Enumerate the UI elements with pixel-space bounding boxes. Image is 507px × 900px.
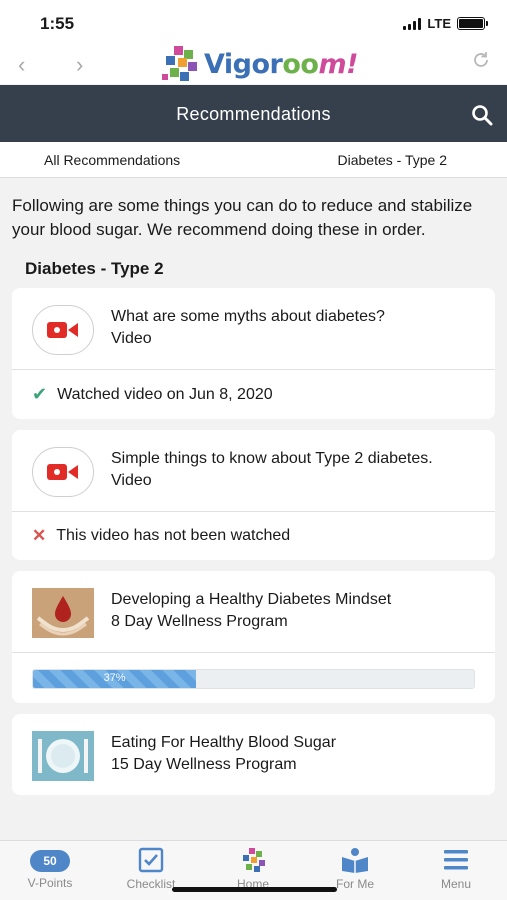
intro-text: Following are some things you can do to …	[12, 196, 473, 239]
tab-bar: All Recommendations Diabetes - Type 2	[0, 142, 507, 178]
card-type: Video	[111, 330, 152, 347]
search-icon[interactable]	[471, 104, 493, 126]
header-bar: Recommendations	[0, 85, 507, 143]
checklist-icon	[138, 847, 164, 873]
app-bar: ‹ › Vigoroom!	[0, 46, 507, 84]
check-icon: ✔	[32, 384, 48, 404]
cross-icon: ✕	[32, 526, 47, 545]
card-title: Developing a Healthy Diabetes Mindset	[111, 591, 392, 608]
card-type: 8 Day Wellness Program	[111, 613, 288, 630]
progress-label: 37%	[103, 672, 126, 684]
card-title: What are some myths about diabetes?	[111, 308, 385, 325]
recommendation-card[interactable]: What are some myths about diabetes? Vide…	[12, 288, 495, 419]
card-header[interactable]: Eating For Healthy Blood Sugar 15 Day We…	[12, 714, 495, 795]
page-title: Recommendations	[176, 104, 331, 124]
video-camera-icon	[32, 305, 94, 355]
reader-icon	[342, 848, 368, 873]
card-title: Simple things to know about Type 2 diabe…	[111, 450, 433, 467]
progress-section: 37%	[12, 653, 495, 703]
logo-mark-icon	[160, 44, 200, 84]
chevron-left-icon[interactable]: ‹	[18, 52, 25, 78]
nav-for-me[interactable]: For Me	[315, 847, 395, 891]
signal-icon	[403, 17, 422, 30]
tab-diabetes-type-2[interactable]: Diabetes - Type 2	[338, 152, 447, 168]
card-text: Eating For Healthy Blood Sugar 15 Day We…	[111, 729, 336, 776]
nav-label: Menu	[440, 877, 472, 891]
bottom-nav: 50 V-Points Checklist Home For Me Menu	[0, 840, 507, 900]
status-text: Watched video on Jun 8, 2020	[57, 385, 273, 403]
nav-label: V-Points	[27, 876, 73, 890]
nav-checklist[interactable]: Checklist	[111, 847, 191, 891]
card-header[interactable]: Simple things to know about Type 2 diabe…	[12, 430, 495, 512]
card-header[interactable]: What are some myths about diabetes? Vide…	[12, 288, 495, 370]
recommendation-card[interactable]: Developing a Healthy Diabetes Mindset 8 …	[12, 571, 495, 703]
progress-bar: 37%	[32, 669, 475, 689]
plate-image	[32, 731, 94, 781]
card-text: What are some myths about diabetes? Vide…	[111, 303, 385, 350]
status-time: 1:55	[40, 14, 75, 33]
reload-icon[interactable]	[471, 50, 491, 70]
recommendation-card[interactable]: Simple things to know about Type 2 diabe…	[12, 430, 495, 560]
battery-icon	[457, 17, 488, 30]
nav-menu[interactable]: Menu	[416, 847, 496, 891]
home-indicator	[172, 887, 337, 892]
card-title: Eating For Healthy Blood Sugar	[111, 734, 337, 751]
blood-drop-hands-image	[32, 588, 94, 638]
menu-icon	[444, 850, 468, 870]
main-content: Following are some things you can do to …	[0, 178, 507, 795]
card-text: Simple things to know about Type 2 diabe…	[111, 445, 433, 492]
logo-text: Vigoroom!	[204, 48, 358, 80]
points-badge: 50	[30, 850, 70, 872]
chevron-right-icon[interactable]: ›	[76, 52, 83, 78]
tab-all-recommendations[interactable]: All Recommendations	[44, 152, 180, 168]
status-text: This video has not been watched	[56, 527, 291, 544]
recommendation-card[interactable]: Eating For Healthy Blood Sugar 15 Day We…	[12, 714, 495, 795]
card-text: Developing a Healthy Diabetes Mindset 8 …	[111, 586, 391, 633]
card-type: Video	[111, 472, 152, 489]
video-camera-icon	[32, 447, 94, 497]
network-type: LTE	[427, 16, 451, 31]
status-bar: 1:55 LTE	[0, 0, 507, 50]
card-status: ✕ This video has not been watched	[12, 512, 495, 560]
home-logo-icon	[243, 848, 265, 872]
nav-home[interactable]: Home	[213, 847, 293, 891]
card-status: ✔ Watched video on Jun 8, 2020	[12, 370, 495, 419]
section-title: Diabetes - Type 2	[25, 259, 164, 278]
vigoroom-logo: Vigoroom!	[160, 44, 358, 84]
card-header[interactable]: Developing a Healthy Diabetes Mindset 8 …	[12, 571, 495, 653]
card-type: 15 Day Wellness Program	[111, 756, 297, 773]
status-icons: LTE	[403, 16, 488, 31]
nav-v-points[interactable]: 50 V-Points	[10, 847, 90, 890]
